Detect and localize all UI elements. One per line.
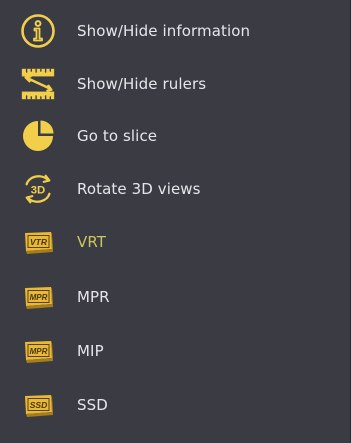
menu-item-label: SSD: [77, 396, 108, 414]
mpr-icon: MPR: [19, 278, 57, 316]
menu-item-label: Show/Hide information: [77, 22, 251, 40]
menu-item-go-to-slice[interactable]: Go to slice: [0, 110, 340, 162]
vrt-icon: VTR: [19, 223, 57, 261]
rotate-3d-icon: 3D: [19, 170, 57, 208]
ssd-icon: SSD: [19, 386, 57, 424]
menu-item-label: VRT: [77, 233, 107, 251]
menu-item-show-hide-information[interactable]: Show/Hide information: [0, 5, 340, 57]
menu-item-label: MPR: [77, 288, 110, 306]
menu-item-show-hide-rulers[interactable]: Show/Hide rulers: [0, 58, 340, 110]
context-menu: Show/Hide information Show/Hide rulers G…: [0, 0, 351, 443]
menu-item-vrt[interactable]: VTR VRT: [0, 216, 340, 268]
svg-text:SSD: SSD: [30, 400, 47, 410]
ruler-icon: [19, 65, 57, 103]
menu-item-label: Show/Hide rulers: [77, 75, 207, 93]
info-icon: [19, 12, 57, 50]
menu-item-label: Rotate 3D views: [77, 180, 201, 198]
menu-item-label: MIP: [77, 342, 104, 360]
menu-item-ssd[interactable]: SSD SSD: [0, 379, 340, 431]
menu-item-rotate-3d-views[interactable]: 3D Rotate 3D views: [0, 163, 340, 215]
menu-item-label: Go to slice: [77, 127, 158, 145]
svg-text:MPR: MPR: [30, 293, 48, 302]
menu-item-mpr[interactable]: MPR MPR: [0, 271, 340, 323]
mip-icon: MPR: [19, 332, 57, 370]
svg-text:MPR: MPR: [30, 347, 48, 356]
menu-item-mip[interactable]: MPR MIP: [0, 325, 340, 377]
pie-slice-icon: [19, 117, 57, 155]
svg-text:VTR: VTR: [30, 237, 48, 247]
svg-text:3D: 3D: [31, 185, 46, 197]
